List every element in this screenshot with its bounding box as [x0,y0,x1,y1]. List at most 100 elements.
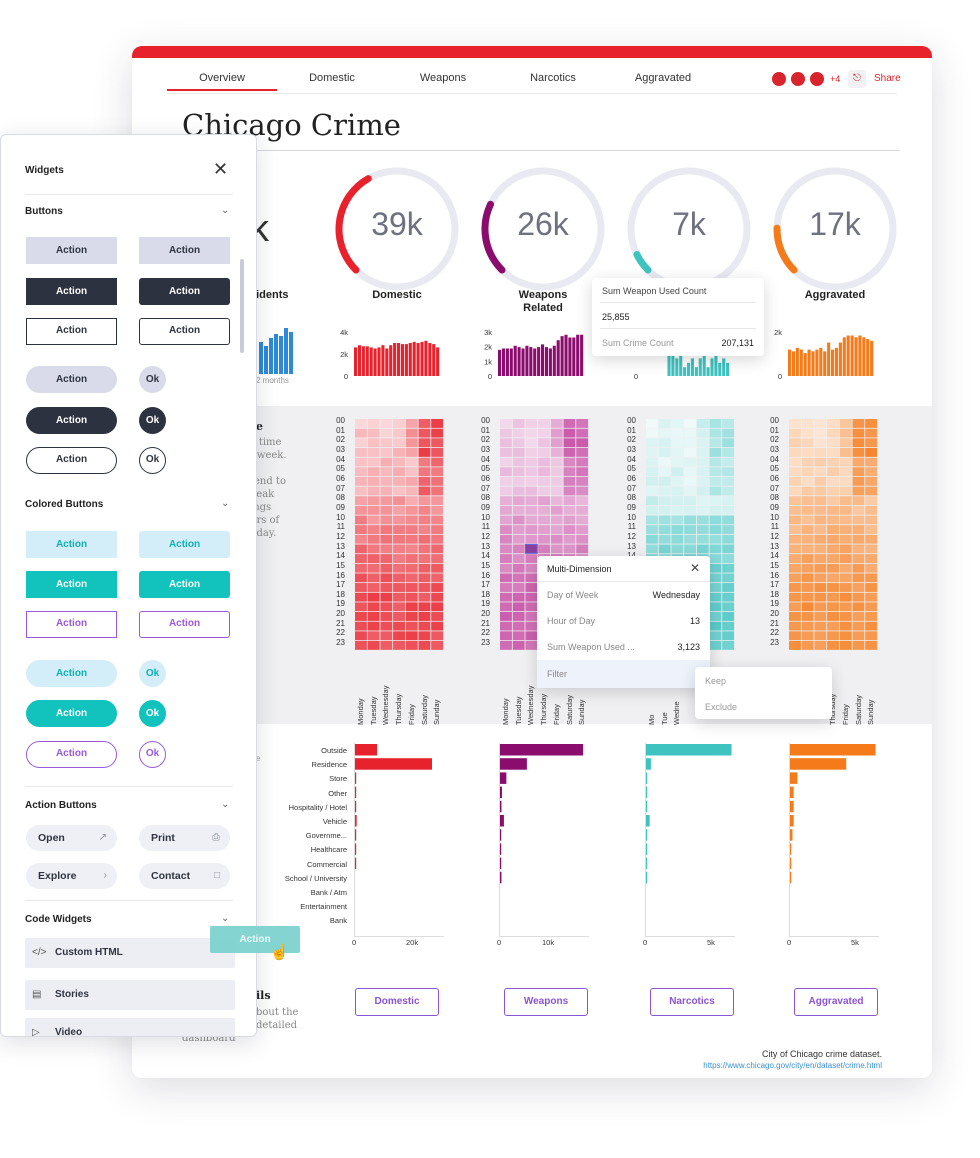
heatmap-cell[interactable] [801,621,814,631]
heatmap-cell[interactable] [827,583,839,592]
heatmap-cell[interactable] [789,544,801,554]
heatmap-cell[interactable] [563,428,576,438]
heatmap-cell[interactable] [431,592,444,602]
heatmap-cell[interactable] [576,476,589,486]
heatmap-cell[interactable] [550,496,563,506]
heatmap-cell[interactable] [696,438,709,448]
heatmap-cell[interactable] [801,583,814,592]
contact-button[interactable]: Contact □ [139,863,230,889]
heatmap-cell[interactable] [418,563,431,573]
heatmap-cell[interactable] [405,544,418,554]
heatmap-cell[interactable] [814,640,827,650]
heatmap-cell[interactable] [684,457,696,467]
heatmap-cell[interactable] [380,496,393,506]
heatmap-cell[interactable] [827,457,839,467]
heatmap-cell[interactable] [709,621,722,631]
bar[interactable] [355,800,357,813]
heatmap-cell[interactable] [393,631,405,641]
heatmap-cell[interactable] [538,544,550,554]
mini-bar[interactable] [377,347,381,376]
heatmap-cell[interactable] [671,476,684,486]
heatmap-cell[interactable] [839,428,852,438]
heatmap-cell[interactable] [814,602,827,612]
heatmap-cell[interactable] [550,505,563,515]
heatmap-cell[interactable] [500,515,512,525]
mini-bar[interactable] [714,354,718,376]
bar[interactable] [500,800,502,813]
heatmap-cell[interactable] [405,428,418,438]
heatmap-cell[interactable] [500,640,512,650]
mini-bar[interactable] [846,335,850,376]
heatmap-cell[interactable] [839,496,852,506]
colored-button-light-rounded[interactable]: Action [139,531,230,558]
heatmap-cell[interactable] [355,592,367,602]
heatmap-cell[interactable] [801,438,814,448]
heatmap-cell[interactable] [827,515,839,525]
heatmap-cell[interactable] [789,476,801,486]
heatmap-cell[interactable] [512,583,525,592]
heatmap-cell[interactable] [418,554,431,563]
heatmap-cell[interactable] [525,631,538,641]
heatmap-cell[interactable] [646,467,658,477]
heatmap-cell[interactable] [801,544,814,554]
bar[interactable] [646,857,648,870]
heatmap-cell[interactable] [658,438,671,448]
heatmap-cell[interactable] [431,544,444,554]
heatmap-cell[interactable] [538,515,550,525]
mini-bar[interactable] [400,344,405,376]
heatmap-cell[interactable] [538,486,550,496]
heatmap-cell[interactable] [431,534,444,544]
heatmap-cell[interactable] [814,457,827,467]
mini-bar[interactable] [710,358,714,376]
heatmap-cell[interactable] [393,486,405,496]
heatmap-cell[interactable] [709,486,722,496]
heatmap-cell[interactable] [696,534,709,544]
share-button[interactable]: Share [874,73,901,84]
heatmap-cell[interactable] [512,621,525,631]
heatmap-cell[interactable] [722,467,735,477]
heatmap-cell[interactable] [839,486,852,496]
heatmap-cell[interactable] [367,640,380,650]
heatmap-cell[interactable] [839,534,852,544]
bar[interactable] [500,758,527,770]
heatmap-cell[interactable] [839,563,852,573]
heatmap-cell[interactable] [550,525,563,535]
heatmap-cell[interactable] [576,486,589,496]
heatmap-cell[interactable] [671,428,684,438]
heatmap-cell[interactable] [865,563,878,573]
mini-bar[interactable] [850,335,854,376]
heatmap-cell[interactable] [865,476,878,486]
exclude-option[interactable]: Exclude [705,702,822,712]
button-light-rounded[interactable]: Action [139,237,230,264]
heatmap-cell[interactable] [709,544,722,554]
heatmap-cell[interactable] [393,640,405,650]
heatmap-cell[interactable] [646,419,658,428]
heatmap-cell[interactable] [684,515,696,525]
heatmap-cell[interactable] [658,534,671,544]
heatmap-cell[interactable] [563,496,576,506]
heatmap-cell[interactable] [814,612,827,621]
heatmap-cell[interactable] [658,505,671,515]
heatmap-cell[interactable] [684,486,696,496]
heatmap-cell[interactable] [380,544,393,554]
heatmap-cell[interactable] [839,602,852,612]
mini-bar[interactable] [827,342,831,376]
heatmap-cell[interactable] [827,496,839,506]
heatmap-cell[interactable] [550,447,563,457]
heatmap-cell[interactable] [671,505,684,515]
heatmap-cell[interactable] [801,467,814,477]
mini-bar[interactable] [412,341,416,376]
heatmap-cell[interactable] [512,573,525,583]
heatmap-cell[interactable] [380,563,393,573]
chevron-down-icon[interactable]: ⌄ [221,205,229,216]
heatmap-cell[interactable] [684,496,696,506]
gauge-aggravated[interactable]: 17k [770,164,900,294]
heatmap-cell[interactable] [709,534,722,544]
heatmap-cell[interactable] [852,476,865,486]
heatmap-cell[interactable] [418,583,431,592]
mini-bar[interactable] [858,335,862,376]
bar[interactable] [355,829,357,841]
heatmap-cell[interactable] [393,438,405,448]
heatmap-cell[interactable] [865,525,878,535]
heatmap-cell[interactable] [852,534,865,544]
